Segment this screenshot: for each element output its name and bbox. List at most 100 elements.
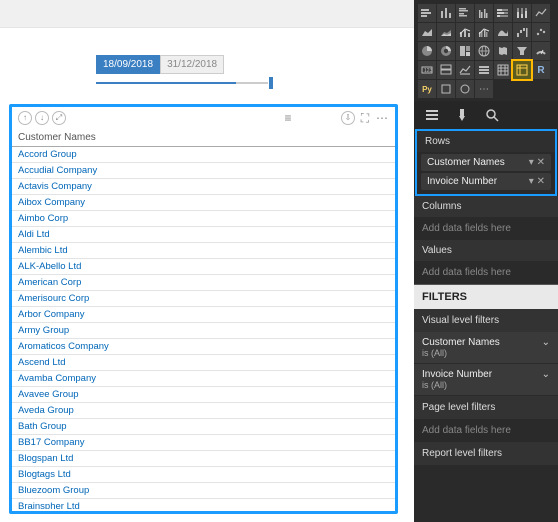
format-tab-icon[interactable] bbox=[454, 107, 470, 123]
table-row[interactable]: Blogspan Ltd bbox=[12, 451, 395, 467]
viz-map-icon[interactable] bbox=[475, 42, 493, 60]
viz-waterfall-icon[interactable] bbox=[513, 23, 531, 41]
table-row[interactable]: Aromaticos Company bbox=[12, 339, 395, 355]
table-row[interactable]: Blogtags Ltd bbox=[12, 467, 395, 483]
viz-pie-icon[interactable] bbox=[418, 42, 436, 60]
svg-text:123: 123 bbox=[424, 68, 433, 74]
table-row[interactable]: Avamba Company bbox=[12, 371, 395, 387]
slicer-thumb[interactable] bbox=[269, 77, 273, 89]
viz-clustered-column-icon[interactable] bbox=[475, 4, 493, 22]
viz-100stacked-bar-icon[interactable] bbox=[494, 4, 512, 22]
table-row[interactable]: Brainspher Ltd bbox=[12, 499, 395, 509]
columns-well-label: Columns bbox=[414, 196, 558, 217]
viz-r-icon[interactable]: R bbox=[532, 61, 550, 79]
field-label: Invoice Number bbox=[427, 176, 497, 187]
more-options-icon[interactable]: ⋯ bbox=[375, 111, 389, 125]
filters-header: FILTERS bbox=[414, 284, 558, 309]
table-row[interactable]: Accord Group bbox=[12, 147, 395, 163]
viz-stacked-area-icon[interactable] bbox=[437, 23, 455, 41]
viz-multirow-card-icon[interactable] bbox=[437, 61, 455, 79]
table-row[interactable]: Amerisourc Corp bbox=[12, 291, 395, 307]
viz-custom-1-icon[interactable] bbox=[437, 80, 455, 98]
viz-stacked-column-icon[interactable] bbox=[437, 4, 455, 22]
field-dropdown-icon[interactable]: ▾ bbox=[529, 157, 534, 168]
table-row[interactable]: ALK-Abello Ltd bbox=[12, 259, 395, 275]
viz-gauge-icon[interactable] bbox=[532, 42, 550, 60]
viz-line-cluster-icon[interactable] bbox=[475, 23, 493, 41]
matrix-visual[interactable]: ↑ ↓ ⤢ ≡ ⇩ ⛶ ⋯ Customer Names Accord Grou… bbox=[9, 104, 398, 514]
table-row[interactable]: Aibox Company bbox=[12, 195, 395, 211]
expand-icon[interactable]: ⤢ bbox=[52, 111, 66, 125]
slicer-end-date[interactable]: 31/12/2018 bbox=[160, 55, 224, 74]
slicer-track[interactable] bbox=[96, 82, 268, 84]
table-row[interactable]: Ascend Ltd bbox=[12, 355, 395, 371]
viz-treemap-icon[interactable] bbox=[456, 42, 474, 60]
viz-custom-3-icon[interactable]: ⋯ bbox=[475, 80, 493, 98]
table-row[interactable]: Accudial Company bbox=[12, 163, 395, 179]
filter-state: is (All) bbox=[422, 380, 492, 390]
viz-funnel-icon[interactable] bbox=[513, 42, 531, 60]
filter-invoice-number[interactable]: Invoice Number is (All) ⌄ bbox=[414, 364, 558, 396]
filter-name: Invoice Number bbox=[422, 369, 492, 380]
field-remove-icon[interactable]: ✕ bbox=[537, 157, 545, 168]
focus-mode-icon[interactable]: ⛶ bbox=[358, 111, 372, 125]
viz-filled-map-icon[interactable] bbox=[494, 42, 512, 60]
values-well-label: Values bbox=[414, 240, 558, 261]
rows-field-customer-names[interactable]: Customer Names ▾ ✕ bbox=[421, 154, 551, 171]
visualizations-panel: 123 R Py ⋯ Rows Customer Names ▾ ✕ bbox=[414, 0, 558, 522]
viz-donut-icon[interactable] bbox=[437, 42, 455, 60]
chevron-down-icon[interactable]: ⌄ bbox=[542, 369, 550, 380]
viz-slicer-icon[interactable] bbox=[475, 61, 493, 79]
analytics-tab-icon[interactable] bbox=[484, 107, 500, 123]
page-level-filters-label: Page level filters bbox=[414, 396, 558, 419]
viz-matrix-icon[interactable] bbox=[513, 61, 531, 79]
viz-stacked-bar-icon[interactable] bbox=[418, 4, 436, 22]
columns-well-placeholder[interactable]: Add data fields here bbox=[414, 217, 558, 240]
field-remove-icon[interactable]: ✕ bbox=[537, 176, 545, 187]
viz-kpi-icon[interactable] bbox=[456, 61, 474, 79]
viz-table-icon[interactable] bbox=[494, 61, 512, 79]
chevron-down-icon[interactable]: ⌄ bbox=[542, 337, 550, 348]
viz-custom-2-icon[interactable] bbox=[456, 80, 474, 98]
table-row[interactable]: Aimbo Corp bbox=[12, 211, 395, 227]
table-row[interactable]: American Corp bbox=[12, 275, 395, 291]
table-row[interactable]: Avavee Group bbox=[12, 387, 395, 403]
viz-blank bbox=[494, 80, 512, 98]
values-well-placeholder[interactable]: Add data fields here bbox=[414, 261, 558, 284]
table-row[interactable]: BB17 Company bbox=[12, 435, 395, 451]
fields-tab-icon[interactable] bbox=[424, 107, 440, 123]
table-row[interactable]: Bath Group bbox=[12, 419, 395, 435]
date-slicer[interactable]: 18/09/2018 31/12/2018 bbox=[96, 55, 276, 84]
field-dropdown-icon[interactable]: ▾ bbox=[529, 176, 534, 187]
viz-python-icon[interactable]: Py bbox=[418, 80, 436, 98]
table-row[interactable]: Arbor Company bbox=[12, 307, 395, 323]
table-row[interactable]: Alembic Ltd bbox=[12, 243, 395, 259]
table-row[interactable]: Army Group bbox=[12, 323, 395, 339]
filter-applied-icon[interactable]: ⇩ bbox=[341, 111, 355, 125]
filter-name: Customer Names bbox=[422, 337, 500, 348]
viz-area-icon[interactable] bbox=[418, 23, 436, 41]
table-row[interactable]: Actavis Company bbox=[12, 179, 395, 195]
viz-card-icon[interactable]: 123 bbox=[418, 61, 436, 79]
rows-field-invoice-number[interactable]: Invoice Number ▾ ✕ bbox=[421, 173, 551, 190]
viz-100stacked-column-icon[interactable] bbox=[513, 4, 531, 22]
filter-customer-names[interactable]: Customer Names is (All) ⌄ bbox=[414, 332, 558, 364]
table-row[interactable]: Aveda Group bbox=[12, 403, 395, 419]
visual-header: ↑ ↓ ⤢ ≡ ⇩ ⛶ ⋯ bbox=[12, 107, 395, 129]
page-filters-placeholder[interactable]: Add data fields here bbox=[414, 419, 558, 442]
viz-type-palette: 123 R Py ⋯ bbox=[414, 0, 558, 101]
viz-ribbon-icon[interactable] bbox=[494, 23, 512, 41]
viz-clustered-bar-icon[interactable] bbox=[456, 4, 474, 22]
viz-line-column-icon[interactable] bbox=[456, 23, 474, 41]
panel-tool-strip bbox=[414, 101, 558, 129]
slicer-start-date[interactable]: 18/09/2018 bbox=[96, 55, 160, 74]
rows-well-highlight: Rows Customer Names ▾ ✕ Invoice Number ▾… bbox=[415, 129, 557, 196]
drill-up-icon[interactable]: ↑ bbox=[18, 111, 32, 125]
drill-down-icon[interactable]: ↓ bbox=[35, 111, 49, 125]
table-row[interactable]: Bluezoom Group bbox=[12, 483, 395, 499]
viz-blank bbox=[513, 80, 531, 98]
table-row[interactable]: Aldi Ltd bbox=[12, 227, 395, 243]
viz-scatter-icon[interactable] bbox=[532, 23, 550, 41]
matrix-column-header[interactable]: Customer Names bbox=[12, 129, 395, 147]
viz-line-icon[interactable] bbox=[532, 4, 550, 22]
